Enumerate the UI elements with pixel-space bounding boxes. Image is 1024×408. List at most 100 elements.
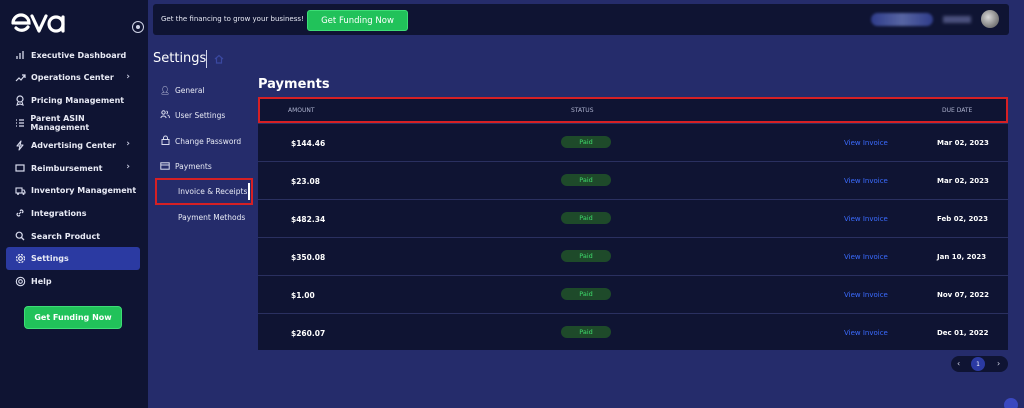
payments-table: AMOUNT STATUS DUE DATE $144.46 Paid View…: [258, 97, 1008, 350]
search-icon: [14, 230, 26, 242]
amount-cell: $144.46: [291, 139, 326, 148]
sidebar-item-advertising-center[interactable]: Advertising Center ›: [6, 134, 140, 157]
sidebar-item-label: Settings: [31, 254, 69, 264]
invoice-highlight-box: [155, 178, 253, 205]
eva-logo[interactable]: [10, 10, 66, 36]
status-badge: Paid: [561, 288, 611, 300]
due-date-cell: Jan 10, 2023: [937, 253, 987, 261]
amount-cell: $23.08: [291, 177, 320, 186]
page-1-button[interactable]: 1: [971, 357, 985, 371]
prev-page-button[interactable]: ‹: [957, 359, 960, 368]
sidebar-item-label: Reimbursement: [31, 163, 103, 173]
sidebar-item-executive-dashboard[interactable]: Executive Dashboard: [6, 44, 140, 67]
header-highlight-box: [258, 97, 1008, 123]
sidebar-collapse-button[interactable]: [132, 21, 144, 33]
settings-menu-payments[interactable]: Payments: [158, 154, 258, 179]
sidebar-item-label: Integrations: [31, 208, 87, 218]
sidebar-item-label: Search Product: [31, 231, 101, 241]
sidebar-item-label: Operations Center: [31, 73, 114, 83]
sidebar-item-integrations[interactable]: Integrations: [6, 202, 140, 225]
truck-icon: [14, 185, 26, 197]
settings-menu-label: Change Password: [175, 136, 242, 146]
settings-menu-user-settings[interactable]: User Settings: [158, 103, 258, 128]
account-selector-blurred[interactable]: [871, 13, 933, 26]
settings-menu-label: User Settings: [175, 111, 226, 121]
receipt-icon: [14, 162, 26, 174]
trend-up-icon: [14, 72, 26, 84]
sidebar: Executive Dashboard Operations Center › …: [0, 0, 148, 408]
table-row: $144.46 Paid View Invoice Mar 02, 2023: [258, 123, 1008, 161]
amount-cell: $260.07: [291, 329, 326, 338]
view-invoice-link[interactable]: View Invoice: [844, 177, 888, 185]
due-date-cell: Nov 07, 2022: [937, 291, 989, 299]
amount-cell: $1.00: [291, 291, 315, 300]
settings-menu-label: General: [175, 86, 205, 96]
sidebar-item-reimbursement[interactable]: Reimbursement ›: [6, 157, 140, 180]
view-invoice-link[interactable]: View Invoice: [844, 253, 888, 261]
get-funding-top-button[interactable]: Get Funding Now: [307, 10, 408, 31]
sidebar-item-label: Parent ASIN Management: [30, 114, 90, 133]
table-row: $23.08 Paid View Invoice Mar 02, 2023: [258, 161, 1008, 199]
sidebar-item-inventory-management[interactable]: Inventory Management ›: [6, 180, 140, 203]
sidebar-item-label: Advertising Center: [31, 141, 116, 151]
sidebar-item-label: Pricing Management: [31, 95, 125, 105]
table-row: $1.00 Paid View Invoice Nov 07, 2022: [258, 275, 1008, 313]
title-divider: [206, 50, 207, 68]
settings-menu-label: Payments: [175, 162, 212, 172]
award-icon: [14, 94, 26, 106]
sidebar-nav: Executive Dashboard Operations Center › …: [6, 44, 140, 293]
sidebar-item-label: Inventory Management: [31, 186, 137, 196]
user-icon: 👤︎: [160, 86, 171, 96]
sidebar-item-help[interactable]: Help: [6, 270, 140, 293]
get-funding-sidebar-button[interactable]: Get Funding Now: [24, 306, 122, 329]
promo-text: Get the financing to grow your business!: [161, 15, 304, 23]
status-badge: Paid: [561, 326, 611, 338]
sidebar-item-label: Executive Dashboard: [31, 50, 127, 60]
list-icon: [14, 117, 25, 129]
sidebar-item-label: Help: [31, 276, 52, 286]
view-invoice-link[interactable]: View Invoice: [844, 291, 888, 299]
status-badge: Paid: [561, 174, 611, 186]
next-page-button[interactable]: ›: [997, 359, 1000, 368]
avatar[interactable]: [981, 10, 999, 28]
chevron-right-icon: ›: [126, 161, 130, 172]
settings-menu-label: Payment Methods: [178, 212, 246, 222]
settings-menu-change-password[interactable]: Change Password: [158, 129, 258, 154]
bar-chart-icon: [14, 49, 26, 61]
status-badge: Paid: [561, 136, 611, 148]
active-item-marker: [248, 183, 250, 200]
chevron-right-icon: ›: [126, 139, 130, 150]
top-banner: Get the financing to grow your business!…: [153, 4, 1009, 35]
lifebuoy-icon: [14, 275, 26, 287]
due-date-cell: Dec 01, 2022: [937, 329, 989, 337]
page-title: Settings: [153, 51, 207, 66]
amount-cell: $350.08: [291, 253, 326, 262]
settings-menu: 👤︎ General User Settings Change Password…: [158, 78, 258, 230]
due-date-cell: Feb 02, 2023: [937, 215, 989, 223]
sidebar-item-pricing-management[interactable]: Pricing Management: [6, 89, 140, 112]
view-invoice-link[interactable]: View Invoice: [844, 139, 888, 147]
sidebar-item-settings[interactable]: Settings: [6, 247, 140, 270]
users-icon: [160, 110, 170, 121]
chevron-right-icon: ›: [126, 71, 130, 82]
amount-cell: $482.34: [291, 215, 326, 224]
sidebar-item-parent-asin-management[interactable]: Parent ASIN Management: [6, 112, 140, 135]
sidebar-item-operations-center[interactable]: Operations Center ›: [6, 67, 140, 90]
status-badge: Paid: [561, 250, 611, 262]
home-icon[interactable]: [214, 54, 224, 64]
table-row: $482.34 Paid View Invoice Feb 02, 2023: [258, 199, 1008, 237]
view-invoice-link[interactable]: View Invoice: [844, 215, 888, 223]
settings-menu-general[interactable]: 👤︎ General: [158, 78, 258, 103]
pagination: ‹ 1 ›: [951, 356, 1008, 372]
table-row: $350.08 Paid View Invoice Jan 10, 2023: [258, 237, 1008, 275]
user-name-blurred: [943, 16, 971, 23]
payments-title: Payments: [258, 77, 330, 92]
view-invoice-link[interactable]: View Invoice: [844, 329, 888, 337]
lightning-icon: [14, 140, 26, 152]
help-chat-button[interactable]: [1004, 398, 1018, 408]
lock-icon: [160, 135, 170, 147]
settings-menu-payment-methods[interactable]: Payment Methods: [158, 204, 258, 229]
chevron-right-icon: ›: [126, 184, 130, 195]
sidebar-item-search-product[interactable]: Search Product: [6, 225, 140, 248]
gear-icon: [14, 253, 26, 265]
